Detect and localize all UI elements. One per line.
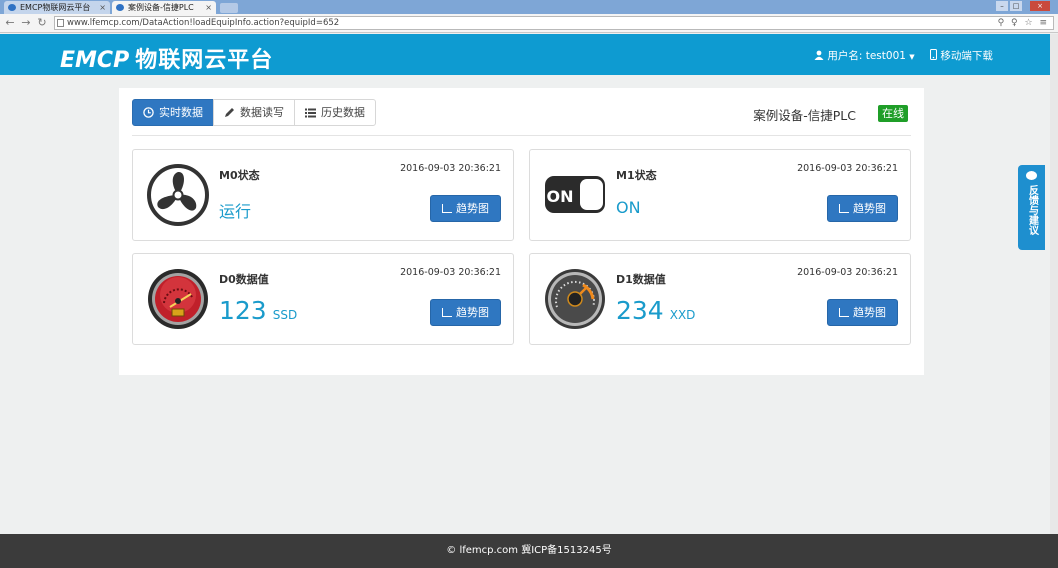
site-logo[interactable]: EMCP 物联网云平台: [60, 42, 273, 74]
url-text: www.lfemcp.com/DataAction!loadEquipInfo.…: [67, 18, 340, 28]
tab-label: 数据读写: [240, 106, 284, 119]
status-badge: 在线: [878, 105, 908, 122]
speedometer-icon: [543, 267, 607, 331]
footer-text: lfemcp.com 冀ICP备1513245号: [459, 545, 612, 556]
caret-down-icon: ▼: [909, 53, 915, 61]
browser-tab-emcp[interactable]: EMCP物联网云平台 ×: [4, 1, 110, 14]
chart-icon: [839, 204, 849, 213]
copyright-icon: ©: [446, 545, 457, 556]
card-timestamp: 2016-09-03 20:36:21: [797, 267, 898, 278]
card-value: ON: [616, 198, 641, 217]
tab-data-read-write[interactable]: 数据读写: [213, 99, 295, 126]
device-panel: 实时数据 数据读写 历史数据 案例设备-信捷PLC 在线 M0状态 2016-0…: [119, 88, 924, 375]
tab-label: 历史数据: [321, 106, 365, 119]
pencil-icon: [225, 108, 234, 117]
card-value: 123 SSD: [219, 296, 297, 325]
chart-icon: [839, 308, 849, 317]
card-timestamp: 2016-09-03 20:36:21: [797, 163, 898, 174]
site-footer: © lfemcp.com 冀ICP备1513245号: [0, 534, 1058, 568]
address-bar: ← → ↻ www.lfemcp.com/DataAction!loadEqui…: [0, 14, 1058, 33]
card-label: M1状态: [616, 169, 657, 182]
browser-tab-label: 案例设备-信捷PLC: [128, 3, 194, 12]
address-bar-icons[interactable]: ⚲ ♀ ☆ ≡: [998, 17, 1049, 29]
button-label: 趋势图: [853, 306, 886, 319]
mobile-label: 移动端下载: [940, 50, 993, 62]
forward-icon[interactable]: →: [20, 16, 32, 29]
data-card-d1: D1数据值 2016-09-03 20:36:21 234 XXD 趋势图: [529, 253, 911, 345]
switch-on-icon: ON: [543, 163, 607, 227]
browser-tab-device[interactable]: 案例设备-信捷PLC ×: [112, 1, 216, 14]
favicon-icon: [116, 4, 124, 11]
url-input[interactable]: www.lfemcp.com/DataAction!loadEquipInfo.…: [54, 16, 1054, 30]
browser-tab-label: EMCP物联网云平台: [20, 3, 91, 12]
browser-tab-bar: EMCP物联网云平台 × 案例设备-信捷PLC × – □ ×: [0, 0, 1058, 14]
feedback-button[interactable]: 反馈与建议: [1018, 165, 1045, 250]
new-tab-button[interactable]: [220, 3, 238, 13]
page-icon: [57, 19, 64, 27]
mobile-icon: [930, 49, 937, 60]
chat-bubble-icon: [1026, 171, 1037, 180]
tab-realtime-data[interactable]: 实时数据: [132, 99, 214, 126]
trend-chart-button[interactable]: 趋势图: [827, 299, 898, 326]
clock-icon: [143, 107, 154, 118]
value-text: 123: [219, 296, 267, 325]
value-text: ON: [616, 198, 641, 217]
red-gauge-icon: [146, 267, 210, 331]
card-label: D0数据值: [219, 273, 269, 286]
device-name: 案例设备-信捷PLC: [753, 108, 856, 123]
mobile-download-link[interactable]: 移动端下载: [930, 48, 993, 63]
chart-icon: [442, 308, 452, 317]
button-label: 趋势图: [456, 202, 489, 215]
card-timestamp: 2016-09-03 20:36:21: [400, 163, 501, 174]
logo-cn: 物联网云平台: [135, 48, 274, 73]
maximize-icon[interactable]: □: [1010, 1, 1022, 11]
data-tabs: 实时数据 数据读写 历史数据: [132, 99, 376, 126]
tab-history-data[interactable]: 历史数据: [294, 99, 376, 126]
value-unit: SSD: [272, 308, 298, 322]
card-label: D1数据值: [616, 273, 666, 286]
card-timestamp: 2016-09-03 20:36:21: [400, 267, 501, 278]
card-value: 运行: [219, 198, 251, 222]
trend-chart-button[interactable]: 趋势图: [430, 299, 501, 326]
svg-text:ON: ON: [547, 187, 574, 206]
fan-icon: [146, 163, 210, 227]
logo-en: EMCP: [60, 48, 130, 73]
user-menu[interactable]: 用户名: test001 ▼: [814, 48, 915, 63]
trend-chart-button[interactable]: 趋势图: [827, 195, 898, 222]
trend-chart-button[interactable]: 趋势图: [430, 195, 501, 222]
close-tab-icon[interactable]: ×: [99, 1, 106, 14]
site-header: EMCP 物联网云平台 用户名: test001 ▼ 移动端下载: [0, 34, 1058, 75]
value-text: 234: [616, 296, 664, 325]
data-card-d0: D0数据值 2016-09-03 20:36:21 123 SSD 趋势图: [132, 253, 514, 345]
data-card-m1: ON M1状态 2016-09-03 20:36:21 ON 趋势图: [529, 149, 911, 241]
data-card-m0: M0状态 2016-09-03 20:36:21 运行 趋势图: [132, 149, 514, 241]
user-label: 用户名: test001: [827, 50, 906, 62]
close-tab-icon[interactable]: ×: [205, 1, 212, 14]
minimize-icon[interactable]: –: [996, 1, 1008, 11]
value-unit: XXD: [669, 308, 696, 322]
card-label: M0状态: [219, 169, 260, 182]
person-icon: [814, 50, 824, 60]
divider: [132, 135, 911, 136]
button-label: 趋势图: [456, 306, 489, 319]
card-value: 234 XXD: [616, 296, 695, 325]
page-scrollbar[interactable]: [1050, 34, 1058, 534]
close-window-icon[interactable]: ×: [1030, 1, 1050, 11]
value-text: 运行: [219, 202, 252, 221]
back-icon[interactable]: ←: [4, 16, 16, 29]
feedback-label: 反馈与建议: [1026, 185, 1038, 235]
favicon-icon: [8, 4, 16, 11]
list-icon: [305, 108, 316, 117]
chart-icon: [442, 204, 452, 213]
tab-label: 实时数据: [159, 106, 203, 119]
button-label: 趋势图: [853, 202, 886, 215]
reload-icon[interactable]: ↻: [36, 16, 48, 29]
